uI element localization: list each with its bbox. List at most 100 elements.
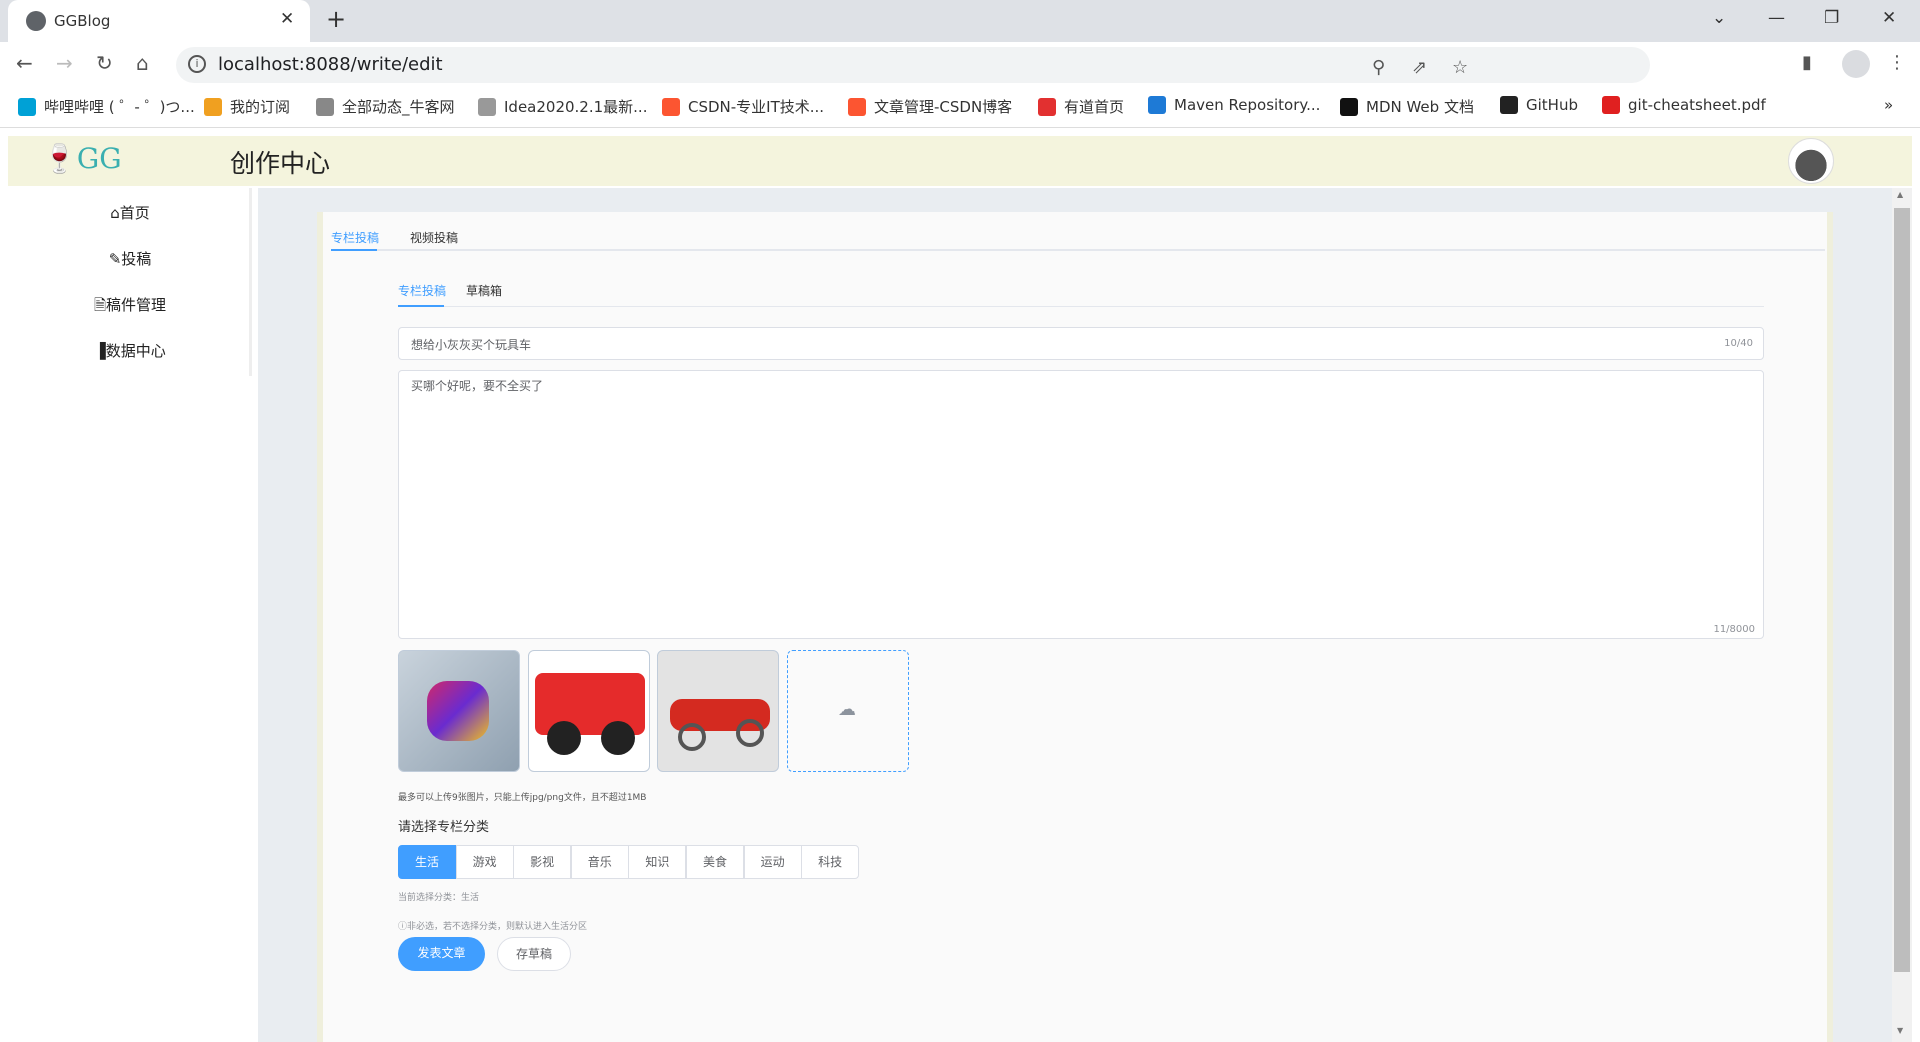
upload-hint: 最多可以上传9张图片，只能上传jpg/png文件，且不超过1MB [398, 793, 647, 803]
back-icon[interactable]: ← [16, 51, 33, 75]
title-value: 想给小灰灰买个玩具车 [411, 338, 532, 352]
pdf-icon [1602, 96, 1620, 114]
bookmark-label: git-cheatsheet.pdf [1628, 96, 1766, 114]
category-button[interactable]: 游戏 [455, 845, 514, 879]
category-button[interactable]: 美食 [686, 845, 744, 879]
forward-icon[interactable]: → [56, 51, 73, 75]
info-icon[interactable]: i [188, 55, 206, 73]
subtab-drafts[interactable]: 草稿箱 [466, 282, 502, 299]
sidebar: ⌂首页 ✎投稿 🗎稿件管理 ▐数据中心 [8, 188, 252, 376]
profile-icon[interactable] [1842, 50, 1870, 78]
logo-text: GG [76, 142, 122, 175]
restore-icon[interactable]: ❐ [1824, 8, 1839, 28]
sidebar-item-submit[interactable]: ✎投稿 [8, 248, 252, 269]
zoom-icon[interactable]: ⚲ [1372, 57, 1385, 78]
title-input[interactable]: 想给小灰灰买个玩具车 10/40 [398, 327, 1764, 360]
category-label: 请选择专栏分类 [398, 820, 490, 835]
save-draft-button[interactable]: 存草稿 [497, 937, 571, 971]
bookmark-item[interactable]: GitHub [1500, 96, 1578, 114]
scroll-up-icon[interactable]: ▲ [1897, 190, 1903, 199]
home-icon[interactable]: ⌂ [136, 51, 149, 75]
category-button[interactable]: 科技 [801, 845, 860, 879]
bookmark-item[interactable]: Maven Repository... [1148, 96, 1320, 114]
home-icon: ⌂ [110, 204, 120, 222]
close-window-icon[interactable]: ✕ [1882, 8, 1896, 28]
content-count: 11/8000 [1713, 624, 1755, 635]
tab-indicator [331, 249, 377, 251]
category-button[interactable]: 音乐 [570, 845, 629, 879]
category-button[interactable]: 知识 [628, 845, 687, 879]
category-note: ⓘ非必选，若不选择分类，则默认进入生活分区 [398, 922, 588, 932]
tab-video[interactable]: 视频投稿 [410, 229, 458, 246]
uploaded-image-rc-car[interactable] [398, 650, 520, 772]
subtab-column[interactable]: 专栏投稿 [398, 282, 446, 299]
page-title: 创作中心 [230, 149, 331, 178]
pencil-icon: ✎ [108, 250, 122, 268]
reload-icon[interactable]: ↻ [96, 51, 113, 75]
bar-chart-icon: ▐ [94, 342, 106, 360]
youdao-icon [1038, 97, 1056, 116]
sidebar-item-label: 首页 [119, 204, 150, 222]
address-bar[interactable]: i localhost:8088/write/edit ⚲ ⇗ ☆ [176, 47, 1650, 83]
subscribe-icon [204, 97, 222, 116]
bookmark-label: 有道首页 [1064, 98, 1125, 116]
bookmark-item[interactable]: MDN Web 文档 [1340, 96, 1474, 117]
category-button[interactable]: 运动 [743, 845, 802, 879]
more-bookmarks-icon[interactable]: » [1884, 96, 1893, 114]
bookmark-item[interactable]: 我的订阅 [204, 96, 290, 117]
share-icon[interactable]: ⇗ [1412, 57, 1427, 78]
sidebar-item-label: 稿件管理 [106, 296, 167, 314]
bookmark-item[interactable]: CSDN-专业IT技术... [662, 96, 824, 117]
tab-column[interactable]: 专栏投稿 [331, 229, 379, 246]
category-button[interactable]: 影视 [513, 845, 572, 879]
bookmark-label: CSDN-专业IT技术... [688, 98, 825, 116]
sidebar-item-label: 投稿 [121, 250, 152, 268]
bookmark-item[interactable]: 全部动态_牛客网 [316, 96, 455, 117]
publish-button[interactable]: 发表文章 [398, 937, 485, 971]
category-button[interactable]: 生活 [398, 845, 456, 879]
sidebar-item-home[interactable]: ⌂首页 [8, 202, 252, 223]
tab-title: GGBlog [54, 12, 111, 30]
scrollbar[interactable]: ▲ ▼ [1892, 188, 1912, 1042]
tab-search-icon[interactable]: ⌄ [1712, 8, 1726, 28]
logo[interactable]: 🍷GG [42, 142, 122, 175]
bookmark-item[interactable]: Idea2020.2.1最新... [478, 96, 647, 117]
bookmark-item[interactable]: 哔哩哔哩 ( ゜- ゜)つ... [18, 96, 195, 117]
menu-icon[interactable]: ⋮ [1888, 52, 1906, 73]
csdn-icon [848, 97, 866, 116]
side-panel-icon[interactable]: ▮ [1802, 52, 1812, 73]
sidebar-item-manage[interactable]: 🗎稿件管理 [8, 294, 252, 320]
url-text[interactable]: localhost:8088/write/edit [218, 54, 443, 75]
sidebar-item-label: 数据中心 [105, 342, 166, 360]
bookmark-item[interactable]: 文章管理-CSDN博客 [848, 96, 1012, 117]
minimize-icon[interactable]: — [1768, 8, 1785, 28]
uploaded-image-fire-truck[interactable] [528, 650, 650, 772]
bookmark-label: 我的订阅 [230, 98, 291, 116]
avatar[interactable] [1788, 138, 1834, 184]
bookmark-label: 全部动态_牛客网 [342, 98, 455, 116]
bookmark-label: MDN Web 文档 [1366, 98, 1474, 116]
image-icon [478, 97, 496, 116]
browser-tab[interactable]: GGBlog ✕ [8, 0, 310, 42]
star-icon[interactable]: ☆ [1452, 57, 1468, 78]
nowcoder-icon [316, 97, 334, 116]
csdn-icon [662, 97, 680, 116]
close-tab-icon[interactable]: ✕ [280, 9, 294, 29]
cloud-upload-icon: ☁ [838, 699, 856, 720]
bookmark-item[interactable]: 有道首页 [1038, 96, 1124, 117]
bookmarks-bar: 哔哩哔哩 ( ゜- ゜)つ... 我的订阅 全部动态_牛客网 Idea2020.2.1… [0, 88, 1920, 128]
bookmark-label: Idea2020.2.1最新... [504, 98, 648, 116]
uploaded-image-vintage-car[interactable] [657, 650, 779, 772]
new-tab-icon[interactable]: + [326, 5, 346, 33]
scroll-down-icon[interactable]: ▼ [1897, 1026, 1903, 1035]
bookmark-label: 哔哩哔哩 ( ゜- ゜)つ... [44, 98, 195, 116]
scrollbar-thumb[interactable] [1894, 208, 1910, 972]
sidebar-item-data[interactable]: ▐数据中心 [8, 340, 252, 361]
content-textarea[interactable]: 买哪个好呢，要不全买了 11/8000 [398, 370, 1764, 639]
subtabs-divider [398, 306, 1764, 307]
document-icon: 🗎 [93, 296, 107, 314]
bookmark-item[interactable]: git-cheatsheet.pdf [1602, 96, 1766, 114]
title-count: 10/40 [1724, 338, 1753, 349]
subtab-indicator [398, 305, 444, 307]
upload-button[interactable]: ☁ [787, 650, 909, 772]
